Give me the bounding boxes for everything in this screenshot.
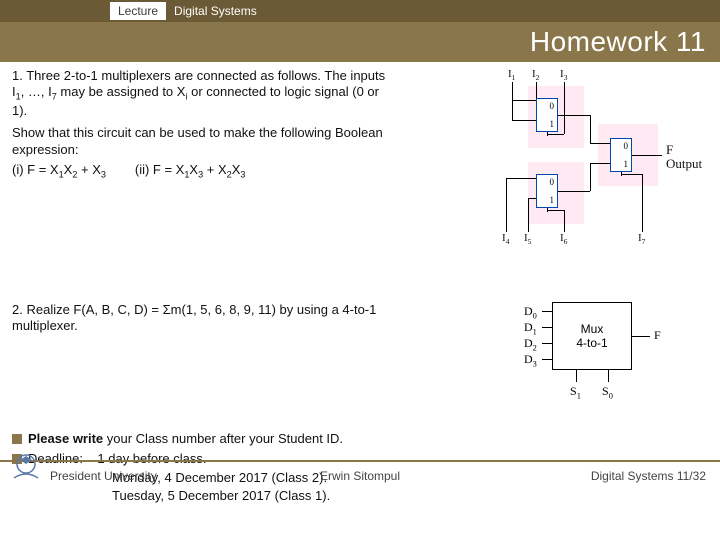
- university-logo: [6, 448, 46, 488]
- mux-a: 01: [536, 98, 558, 132]
- diagram-mux-tree: I1 I2 I3 01 01 01 F Output I4 I5 I6 I7: [490, 68, 710, 248]
- q1-number: 1.: [12, 68, 23, 83]
- mux-b: 01: [536, 174, 558, 208]
- footer-left: President University: [50, 469, 157, 483]
- q1-text-b: , …, I: [21, 84, 52, 99]
- q2-number: 2.: [12, 302, 23, 317]
- course-name: Digital Systems: [174, 4, 257, 18]
- q2-text: Realize F(A, B, C, D) = Σm(1, 5, 6, 8, 9…: [12, 302, 376, 333]
- footer: President University Erwin Sitompul Digi…: [0, 460, 720, 490]
- lecture-chip: Lecture: [110, 2, 166, 20]
- question-2: 2. Realize F(A, B, C, D) = Σm(1, 5, 6, 8…: [12, 302, 392, 335]
- page-title: Homework 11: [530, 26, 706, 58]
- question-1: 1. Three 2-to-1 multiplexers are connect…: [12, 68, 392, 185]
- footer-right: Digital Systems 11/32: [591, 469, 706, 483]
- q1-text-2: Show that this circuit can be used to ma…: [12, 125, 383, 156]
- q1-eq-ii-a: (ii) F = X: [135, 162, 184, 177]
- q1-text-c: may be assigned to X: [57, 84, 186, 99]
- slide-body: 1. Three 2-to-1 multiplexers are connect…: [0, 62, 720, 490]
- q1-eq-i-a: (i) F = X: [12, 162, 59, 177]
- mux-block: Mux 4-to-1: [552, 302, 632, 370]
- lecture-bar: Lecture Digital Systems: [0, 0, 720, 22]
- mux-c: 01: [610, 138, 632, 172]
- title-bar: Homework 11: [0, 22, 720, 62]
- diagram-mux-4to1: D0 D1 D2 D3 Mux 4-to-1 F S1 S0: [480, 292, 690, 402]
- footer-center: Erwin Sitompul: [320, 469, 400, 483]
- bullet-icon: [12, 434, 22, 444]
